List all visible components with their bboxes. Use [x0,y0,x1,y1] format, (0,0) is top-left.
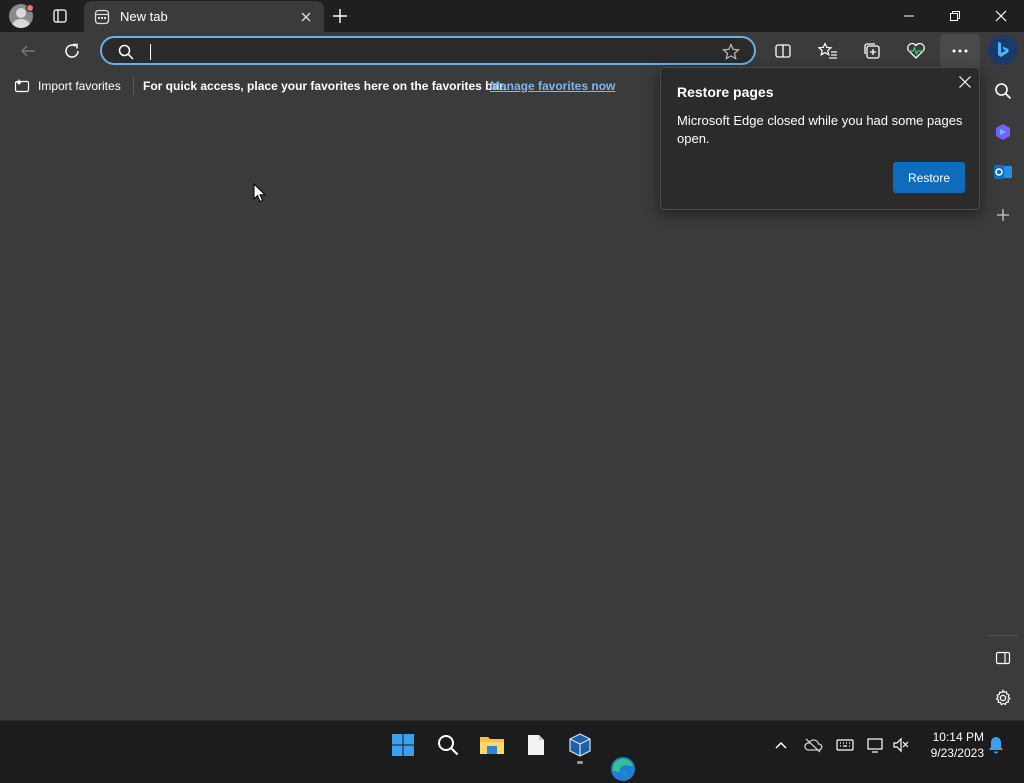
close-tab-icon[interactable] [298,9,314,25]
popup-message: Microsoft Edge closed while you had some… [677,113,963,146]
popup-close-icon[interactable] [957,74,973,90]
notification-bell-icon[interactable] [986,735,1006,755]
network-icon[interactable] [866,735,886,755]
virtualbox-icon[interactable] [566,731,594,759]
tab-actions-icon[interactable] [50,6,70,26]
import-favorites-button[interactable]: Import favorites [14,78,121,94]
show-hidden-icons-chevron-icon[interactable] [771,735,791,755]
close-window-icon[interactable] [978,0,1024,32]
volume-muted-icon[interactable] [891,735,911,755]
profile-notification-dot [26,4,34,12]
new-tab-page-icon [94,9,110,25]
copilot-icon[interactable] [991,120,1015,144]
more-options-icon[interactable] [940,34,980,68]
import-favorites-icon [14,79,30,93]
sidebar-settings-gear-icon[interactable] [991,686,1015,710]
taskbar-search-icon[interactable] [434,731,462,759]
edge-taskbar-icon[interactable] [609,755,637,783]
import-favorites-label: Import favorites [38,79,121,93]
tab-new-tab[interactable]: New tab [84,1,324,32]
favorites-divider [133,77,134,95]
popup-title: Restore pages [677,84,774,100]
keyboard-icon[interactable] [835,735,855,755]
start-windows-icon[interactable] [389,731,417,759]
tab-strip: New tab [0,0,1024,32]
onedrive-offline-icon[interactable] [803,735,823,755]
mouse-cursor-icon [253,182,267,203]
clock-date: 9/23/2023 [930,746,984,760]
back-arrow-icon[interactable] [15,39,41,63]
toolbar [0,32,1024,70]
browser-essentials-icon[interactable] [903,39,929,63]
bing-copilot-icon[interactable] [988,35,1018,65]
tab-title: New tab [120,9,168,24]
edge-sidebar [982,70,1024,720]
favorite-star-icon[interactable] [722,43,740,61]
address-input[interactable] [146,42,706,60]
search-icon [118,44,134,60]
manage-favorites-link[interactable]: Manage favorites now [490,79,615,93]
file-explorer-icon[interactable] [478,731,506,759]
refresh-icon[interactable] [59,39,85,63]
restore-window-icon[interactable] [932,0,978,32]
sidebar-search-icon[interactable] [991,79,1015,103]
new-tab-plus-icon[interactable] [330,6,350,26]
taskbar: 10:14 PM 9/23/2023 [0,720,1024,781]
favorites-bar-message: For quick access, place your favorites h… [143,79,507,93]
address-bar[interactable] [100,36,756,65]
notepad-icon[interactable] [522,731,550,759]
running-app-indicator [577,761,583,764]
add-sidebar-app-icon[interactable] [991,203,1015,227]
sidebar-divider [988,635,1018,636]
collections-icon[interactable] [859,39,885,63]
edge-window: New tab Import favorites For quick acces… [0,0,1024,720]
restore-button[interactable]: Restore [893,162,965,193]
text-caret [150,44,151,60]
split-screen-icon[interactable] [770,39,796,63]
clock-time: 10:14 PM [932,730,984,744]
outlook-icon[interactable] [991,160,1015,184]
minimize-icon[interactable] [886,0,932,32]
system-clock[interactable]: 10:14 PM 9/23/2023 [922,729,984,761]
favorites-icon[interactable] [815,39,841,63]
hide-sidebar-icon[interactable] [991,646,1015,670]
restore-pages-popup: Restore pages Microsoft Edge closed whil… [660,67,980,210]
